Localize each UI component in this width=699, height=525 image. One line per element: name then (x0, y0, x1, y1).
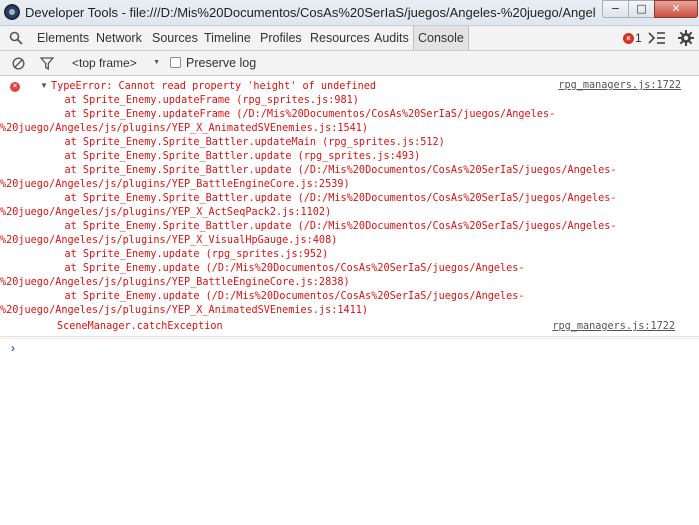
chevron-down-icon: ▼ (153, 59, 160, 66)
stack-frame-continued[interactable]: %20juego/Angeles/js/plugins/YEP_X_Visual… (0, 234, 617, 248)
search-icon[interactable] (9, 31, 23, 45)
stack-frame[interactable]: at Sprite_Enemy.update (rpg_sprites.js:9… (40, 248, 617, 262)
stack-frame[interactable]: at Sprite_Enemy.update (/D:/Mis%20Docume… (40, 290, 617, 304)
error-icon: × (10, 82, 20, 92)
error-count-icon[interactable]: × (623, 33, 634, 44)
stack-frame[interactable]: at Sprite_Enemy.updateFrame (rpg_sprites… (40, 94, 617, 108)
window-title: Developer Tools - file:///D:/Mis%20Docum… (25, 5, 595, 20)
stack-frame-continued[interactable]: %20juego/Angeles/js/plugins/YEP_X_Animat… (0, 122, 617, 136)
maximize-button[interactable]: □ (628, 0, 655, 18)
tab-resources[interactable]: Resources (310, 26, 370, 50)
error-source-link[interactable]: rpg_managers.js:1722 (558, 80, 681, 91)
catch-source-link[interactable]: rpg_managers.js:1722 (552, 321, 675, 332)
show-drawer-icon[interactable] (648, 31, 666, 45)
stack-frame[interactable]: at Sprite_Enemy.updateFrame (/D:/Mis%20D… (40, 108, 617, 122)
filter-icon[interactable] (40, 57, 54, 70)
console-prompt-icon[interactable]: › (11, 341, 15, 355)
stack-frame[interactable]: at Sprite_Enemy.update (/D:/Mis%20Docume… (40, 262, 617, 276)
frame-select-value: <top frame> (72, 56, 137, 70)
tab-profiles[interactable]: Profiles (260, 26, 302, 50)
close-window-button[interactable]: ✕ (654, 0, 698, 18)
stack-frame-continued[interactable]: %20juego/Angeles/js/plugins/YEP_BattleEn… (0, 178, 617, 192)
frame-select[interactable]: <top frame> ▼ (64, 55, 160, 71)
stack-trace: TypeError: Cannot read property 'height'… (0, 80, 617, 318)
error-headline: TypeError: Cannot read property 'height'… (51, 81, 377, 92)
panel-tab-bar: Elements Network Sources Timeline Profil… (0, 26, 699, 51)
tab-network[interactable]: Network (96, 26, 142, 50)
stack-frame-continued[interactable]: %20juego/Angeles/js/plugins/YEP_X_ActSeq… (0, 206, 617, 220)
devtools-app-icon (4, 4, 20, 20)
clear-console-icon[interactable] (12, 57, 25, 70)
tab-timeline[interactable]: Timeline (204, 26, 251, 50)
stack-frame[interactable]: at Sprite_Enemy.Sprite_Battler.update (r… (40, 150, 617, 164)
tab-sources[interactable]: Sources (152, 26, 198, 50)
settings-gear-icon[interactable] (678, 30, 694, 46)
stack-frame[interactable]: at Sprite_Enemy.Sprite_Battler.updateMai… (40, 136, 617, 150)
catch-exception-message: SceneManager.catchException rpg_managers… (0, 318, 699, 339)
tab-console[interactable]: Console (413, 26, 469, 50)
error-message: × ▼ TypeError: Cannot read property 'hei… (0, 76, 699, 337)
stack-frame-continued[interactable]: %20juego/Angeles/js/plugins/YEP_BattleEn… (0, 276, 617, 290)
console-output[interactable]: × ▼ TypeError: Cannot read property 'hei… (0, 76, 699, 525)
preserve-log-checkbox[interactable] (170, 57, 181, 68)
window-title-bar: Developer Tools - file:///D:/Mis%20Docum… (0, 0, 699, 26)
stack-frame[interactable]: at Sprite_Enemy.Sprite_Battler.update (/… (40, 220, 617, 234)
stack-frame-continued[interactable]: %20juego/Angeles/js/plugins/YEP_X_Animat… (0, 304, 617, 318)
tab-elements[interactable]: Elements (37, 26, 89, 50)
tab-audits[interactable]: Audits (374, 26, 409, 50)
console-toolbar: <top frame> ▼ Preserve log (0, 51, 699, 76)
preserve-log-label[interactable]: Preserve log (186, 56, 256, 70)
catch-exception-text: SceneManager.catchException (57, 321, 223, 332)
error-count[interactable]: 1 (635, 31, 642, 45)
minimize-button[interactable]: − (602, 0, 629, 18)
stack-frame[interactable]: at Sprite_Enemy.Sprite_Battler.update (/… (40, 164, 617, 178)
stack-frame[interactable]: at Sprite_Enemy.Sprite_Battler.update (/… (40, 192, 617, 206)
